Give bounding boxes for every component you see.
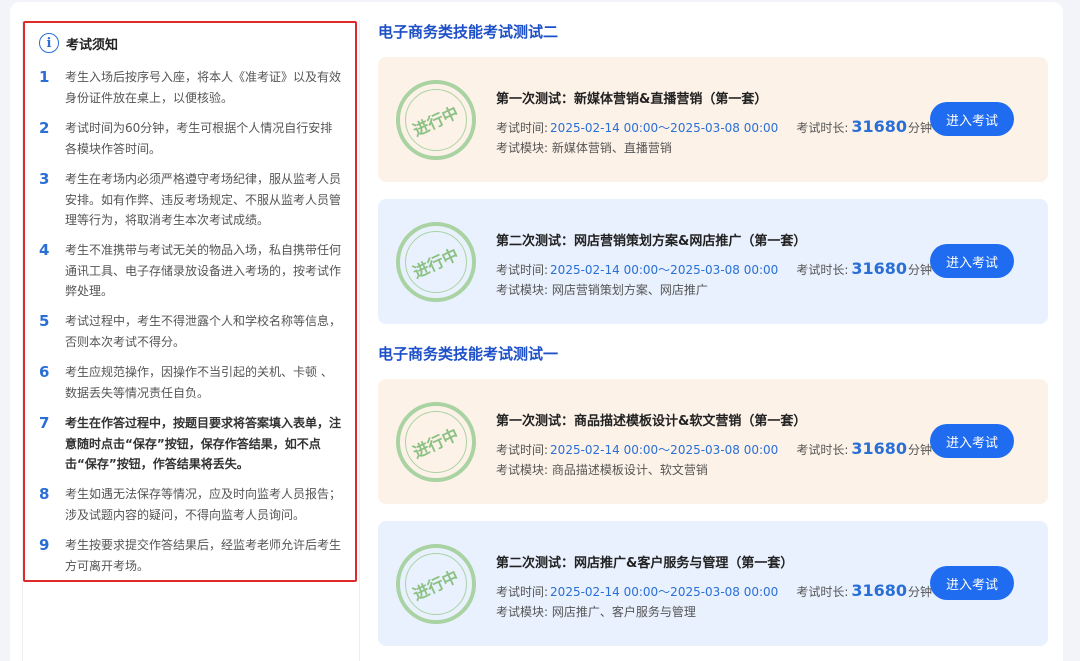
rule-item: 4 考生不准携带与考试无关的物品入场，私自携带任何通讯工具、电子存储录放设备进入… (39, 240, 344, 302)
duration-value: 31680 (851, 117, 908, 136)
stamp-label: 进行中 (409, 102, 462, 141)
time-label: 考试时间: (496, 443, 549, 457)
module-value: 网店推广、客户服务与管理 (551, 605, 696, 619)
time-value: 2025-02-14 00:00～2025-03-08 00:00 (550, 121, 779, 135)
rule-text: 考生应规范操作，因操作不当引起的关机、卡顿 、数据丢失等情况责任自负。 (65, 365, 333, 400)
exam-module-row: 考试模块: 网店推广、客户服务与管理 (496, 603, 696, 620)
stamp-label: 进行中 (409, 566, 462, 605)
duration-unit: 分钟 (908, 121, 933, 135)
duration-label: 考试时长: (796, 121, 849, 135)
duration-label: 考试时长: (796, 263, 849, 277)
rule-item: 6 考生应规范操作，因操作不当引起的关机、卡顿 、数据丢失等情况责任自负。 (39, 362, 344, 403)
time-label: 考试时间: (496, 121, 549, 135)
duration-label: 考试时长: (796, 443, 849, 457)
rule-item: 8 考生如遇无法保存等情况，应及时向监考人员报告；涉及试题内容的疑问，不得向监考… (39, 484, 344, 525)
rule-number: 7 (39, 414, 50, 432)
exam-time-row: 考试时间: 2025-02-14 00:00～2025-03-08 00:00 … (496, 581, 932, 600)
module-label: 考试模块: (496, 463, 549, 477)
exam-module-row: 考试模块: 新媒体营销、直播营销 (496, 139, 672, 156)
stamp-label: 进行中 (409, 244, 462, 283)
module-value: 商品描述模板设计、软文营销 (551, 463, 708, 477)
in-progress-stamp: 进行中 (396, 222, 476, 302)
enter-exam-button[interactable]: 进入考试 (930, 566, 1014, 600)
duration-unit: 分钟 (908, 443, 933, 457)
module-value: 新媒体营销、直播营销 (551, 141, 672, 155)
time-value: 2025-02-14 00:00～2025-03-08 00:00 (550, 443, 779, 457)
duration-unit: 分钟 (908, 585, 933, 599)
rule-item: 2 考试时间为60分钟，考生可根据个人情况自行安排各模块作答时间。 (39, 118, 344, 159)
in-progress-stamp: 进行中 (396, 80, 476, 160)
duration-value: 31680 (851, 581, 908, 600)
rule-number: 4 (39, 241, 50, 259)
exam-time-row: 考试时间: 2025-02-14 00:00～2025-03-08 00:00 … (496, 259, 932, 278)
rule-text: 考生在作答过程中，按题目要求将答案填入表单，注意随时点击“保存”按钮，保存作答结… (65, 416, 342, 471)
stamp-label: 进行中 (409, 424, 462, 463)
rule-number: 1 (39, 68, 50, 86)
duration-unit: 分钟 (908, 263, 933, 277)
exam-card: 进行中 第二次测试：网店推广&客户服务与管理（第一套） 考试时间: 2025-0… (378, 521, 1048, 646)
rule-text: 考试时间为60分钟，考生可根据个人情况自行安排各模块作答时间。 (65, 121, 333, 156)
info-icon: i (39, 33, 59, 53)
notice-header: i 考试须知 (39, 33, 118, 53)
exam-time-row: 考试时间: 2025-02-14 00:00～2025-03-08 00:00 … (496, 117, 932, 136)
section-title: 电子商务类技能考试测试一 (378, 345, 559, 363)
in-progress-stamp: 进行中 (396, 402, 476, 482)
rule-number: 6 (39, 363, 50, 381)
exam-card: 进行中 第二次测试：网店营销策划方案&网店推广（第一套） 考试时间: 2025-… (378, 199, 1048, 324)
duration-value: 31680 (851, 259, 908, 278)
exam-module-row: 考试模块: 商品描述模板设计、软文营销 (496, 461, 708, 478)
rule-text: 考生入场后按序号入座，将本人《准考证》以及有效身份证件放在桌上，以便核验。 (65, 70, 342, 105)
module-value: 网店营销策划方案、网店推广 (551, 283, 708, 297)
rule-number: 5 (39, 312, 50, 330)
rule-item: 9 考生按要求提交作答结果后，经监考老师允许后考生方可离开考场。 (39, 535, 344, 576)
time-label: 考试时间: (496, 585, 549, 599)
time-label: 考试时间: (496, 263, 549, 277)
duration-label: 考试时长: (796, 585, 849, 599)
rule-item: 1 考生入场后按序号入座，将本人《准考证》以及有效身份证件放在桌上，以便核验。 (39, 67, 344, 108)
time-value: 2025-02-14 00:00～2025-03-08 00:00 (550, 263, 779, 277)
exam-title: 第一次测试：新媒体营销&直播营销（第一套） (496, 92, 768, 107)
rule-text: 考生不准携带与考试无关的物品入场，私自携带任何通讯工具、电子存储录放设备进入考场… (65, 243, 342, 298)
enter-exam-button[interactable]: 进入考试 (930, 102, 1014, 136)
exam-title: 第二次测试：网店推广&客户服务与管理（第一套） (496, 556, 794, 571)
module-label: 考试模块: (496, 605, 549, 619)
enter-exam-button[interactable]: 进入考试 (930, 424, 1014, 458)
rule-text: 考生按要求提交作答结果后，经监考老师允许后考生方可离开考场。 (65, 538, 342, 573)
exam-card: 进行中 第一次测试：新媒体营销&直播营销（第一套） 考试时间: 2025-02-… (378, 57, 1048, 182)
section-title: 电子商务类技能考试测试二 (378, 23, 559, 41)
module-label: 考试模块: (496, 283, 549, 297)
in-progress-stamp: 进行中 (396, 544, 476, 624)
exam-title: 第二次测试：网店营销策划方案&网店推广（第一套） (496, 234, 807, 249)
notice-title: 考试须知 (66, 37, 119, 53)
time-value: 2025-02-14 00:00～2025-03-08 00:00 (550, 585, 779, 599)
exam-card: 进行中 第一次测试：商品描述模板设计&软文营销（第一套） 考试时间: 2025-… (378, 379, 1048, 504)
rule-number: 9 (39, 536, 50, 554)
rule-item: 5 考试过程中，考生不得泄露个人和学校名称等信息，否则本次考试不得分。 (39, 311, 344, 352)
rule-number: 2 (39, 119, 50, 137)
exam-time-row: 考试时间: 2025-02-14 00:00～2025-03-08 00:00 … (496, 439, 932, 458)
enter-exam-button[interactable]: 进入考试 (930, 244, 1014, 278)
rule-text: 考生在考场内必须严格遵守考场纪律，服从监考人员安排。如有作弊、违反考场规定、不服… (65, 172, 342, 227)
duration-value: 31680 (851, 439, 908, 458)
rule-number: 8 (39, 485, 50, 503)
rule-item: 7 考生在作答过程中，按题目要求将答案填入表单，注意随时点击“保存”按钮，保存作… (39, 413, 344, 475)
rule-text: 考试过程中，考生不得泄露个人和学校名称等信息，否则本次考试不得分。 (65, 314, 342, 349)
rule-text: 考生如遇无法保存等情况，应及时向监考人员报告；涉及试题内容的疑问，不得向监考人员… (65, 487, 342, 522)
module-label: 考试模块: (496, 141, 549, 155)
rule-number: 3 (39, 170, 50, 188)
rule-item: 3 考生在考场内必须严格遵守考场纪律，服从监考人员安排。如有作弊、违反考场规定、… (39, 169, 344, 231)
exam-notice-panel: i 考试须知 1 考生入场后按序号入座，将本人《准考证》以及有效身份证件放在桌上… (23, 21, 357, 582)
exam-title: 第一次测试：商品描述模板设计&软文营销（第一套） (496, 414, 807, 429)
exam-module-row: 考试模块: 网店营销策划方案、网店推广 (496, 281, 708, 298)
